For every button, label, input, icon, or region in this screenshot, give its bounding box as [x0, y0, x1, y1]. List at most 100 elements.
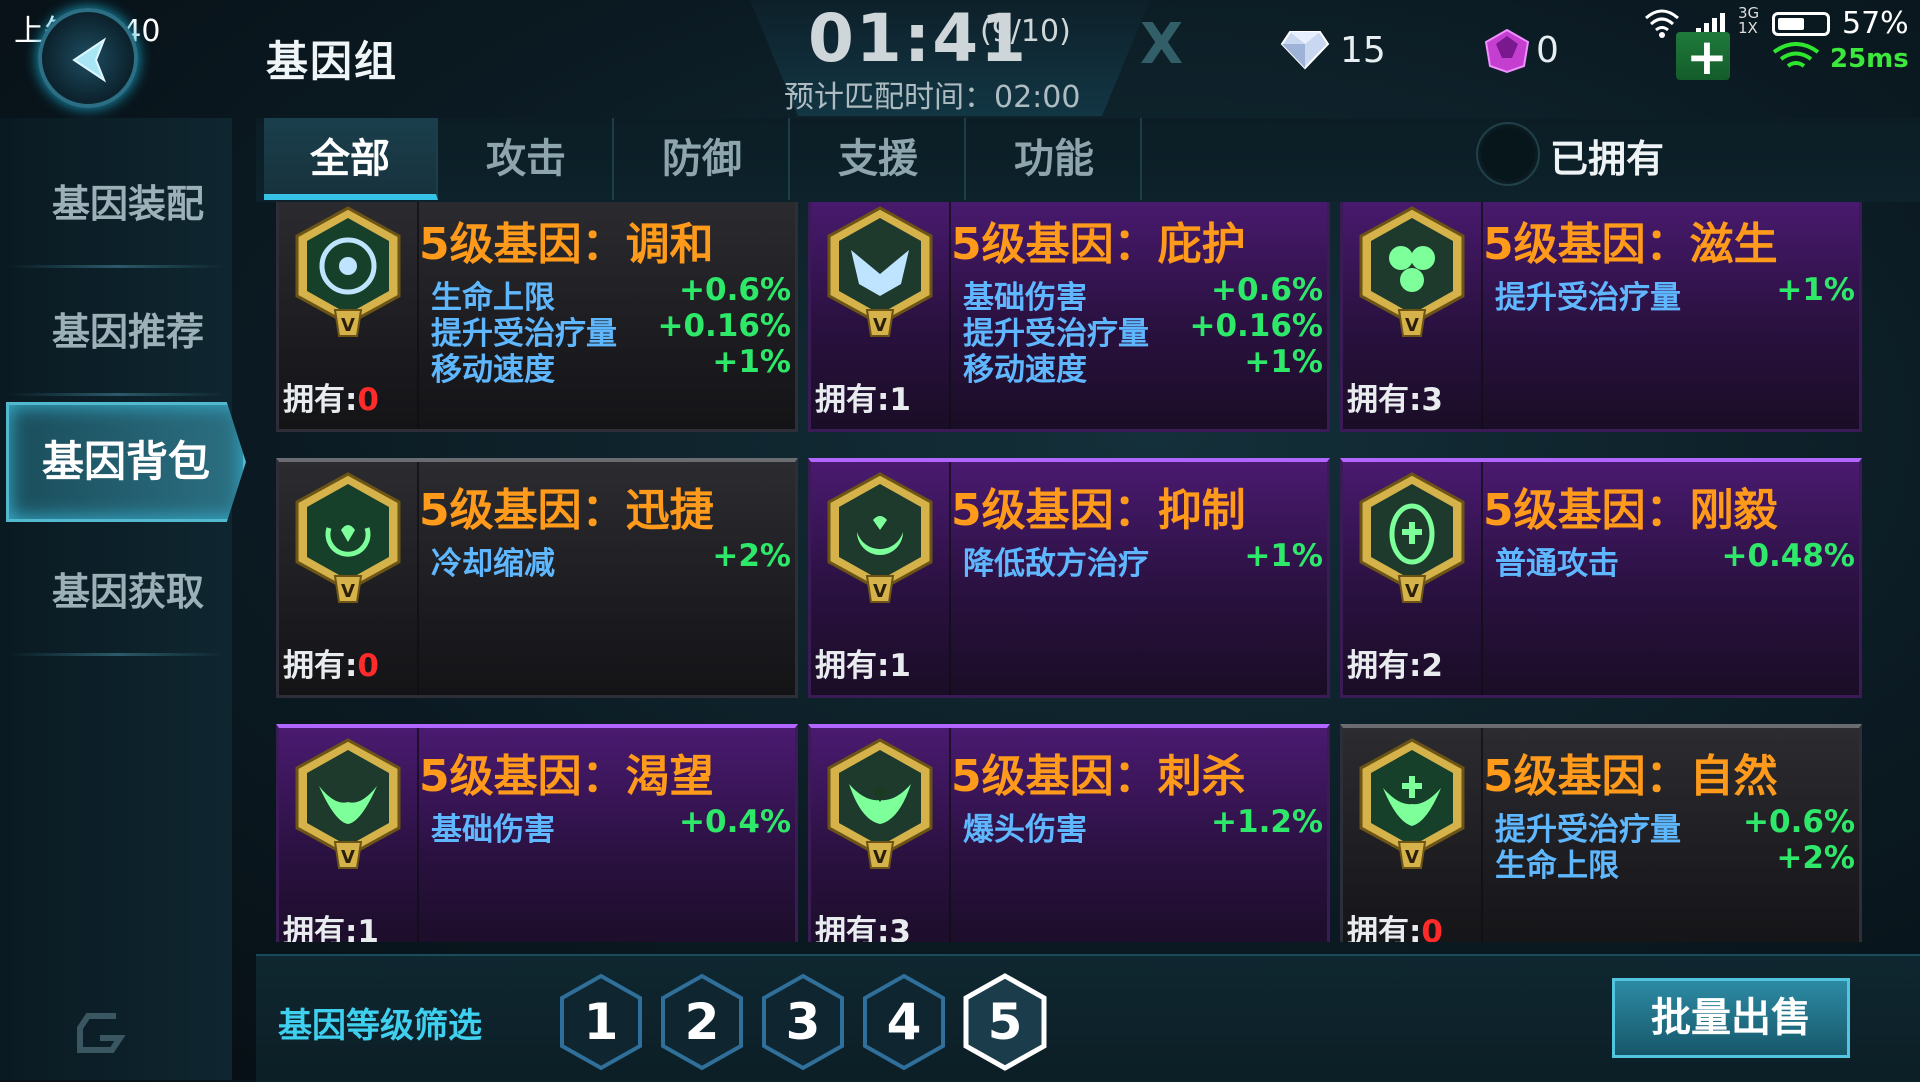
winged-heart-icon: V — [295, 738, 401, 869]
gene-owned: 拥有:0 — [1347, 906, 1443, 942]
page-title: 基因组 — [266, 37, 399, 86]
gene-stat: 生命上限 +2% — [1495, 840, 1855, 884]
gene-stat-name: 冷却缩减 — [431, 546, 555, 582]
level-number: 3 — [785, 993, 821, 1051]
gene-stat-name: 降低敌方治疗 — [963, 546, 1149, 582]
back-arrow-icon — [72, 37, 107, 83]
gene-name: 5级基因：调和 — [419, 219, 714, 270]
gene-card[interactable]: V 5级基因：自然 提升受治疗量 +0.6% 生命上限 +2% 拥有:0 — [1340, 724, 1862, 942]
gene-card[interactable]: V 5级基因：调和 生命上限 +0.6% 提升受治疗量 +0.16% 移动速度 +1% 拥有:0 — [276, 202, 798, 432]
gene-name: 5级基因：滋生 — [1483, 219, 1778, 270]
match-count: (9/10) — [980, 14, 1071, 49]
gene-stats: 生命上限 +0.6% 提升受治疗量 +0.16% 移动速度 +1% — [431, 272, 791, 388]
gene-card[interactable]: V 5级基因：刺杀 爆头伤害 +1.2% 拥有:3 — [808, 724, 1330, 942]
moon-heart-icon: V — [827, 472, 933, 603]
gene-name: 5级基因：迅捷 — [419, 485, 714, 536]
wing-shield-icon: V — [827, 206, 933, 337]
gene-tier-label: V — [1405, 315, 1419, 336]
add-currency-button[interactable]: + — [1676, 28, 1730, 86]
bulk-sell-button[interactable]: 批量出售 — [1612, 978, 1850, 1058]
gene-stat-name: 生命上限 — [1495, 848, 1619, 884]
gene-card[interactable]: V 5级基因：刚毅普通攻击 +0.48% 拥有:2 — [1340, 458, 1862, 698]
sidebar-item-gene-obtain[interactable]: 基因获取 — [0, 552, 256, 656]
gene-stat-name: 基础伤害 — [431, 812, 555, 848]
gene-tier-label: V — [873, 847, 887, 868]
gene-tier-label: V — [341, 315, 355, 336]
level-filter-5[interactable]: 5 — [960, 972, 1050, 1072]
level-filter-3[interactable]: 3 — [758, 972, 848, 1072]
gene-stat-value: +0.6% — [1211, 272, 1323, 308]
gene-tier-label: V — [873, 581, 887, 602]
gene-tier-label: V — [1405, 847, 1419, 868]
gene-stat: 生命上限 +0.6% — [431, 272, 791, 316]
tab-defense[interactable]: 防御 — [616, 118, 790, 200]
match-eta: 预计匹配时间：02:00 — [784, 80, 1081, 115]
tab-attack[interactable]: 攻击 — [440, 118, 614, 200]
owned-prefix: 拥有: — [815, 914, 890, 942]
owned-count: 3 — [889, 914, 911, 942]
gene-stats: 基础伤害 +0.4% — [431, 804, 791, 848]
gene-stat: 提升受治疗量 +0.6% — [1495, 804, 1855, 848]
network-type: 3G 1X — [1738, 4, 1760, 37]
cancel-match-icon[interactable]: X — [1140, 12, 1183, 77]
gene-card[interactable]: V 5级基因：滋生提升受治疗量 +1% 拥有:3 — [1340, 202, 1862, 432]
gene-stat: 移动速度 +1% — [431, 344, 791, 388]
gene-name: 5级基因：庇护 — [951, 219, 1246, 270]
battery-icon — [1772, 12, 1830, 36]
gene-owned: 拥有:1 — [283, 906, 379, 942]
gene-stat-value: +0.16% — [1189, 308, 1323, 344]
gene-card[interactable]: V 5级基因：庇护 基础伤害 +0.6% 提升受治疗量 +0.16% 移动速度 +1% 拥有:1 — [808, 202, 1330, 432]
gene-stats: 提升受治疗量 +0.6% 生命上限 +2% — [1495, 804, 1855, 884]
owned-count: 0 — [1421, 914, 1443, 942]
gene-name: 5级基因：自然 — [1483, 751, 1778, 802]
gene-stats: 降低敌方治疗 +1% — [963, 538, 1323, 582]
swirl-heart-icon: V — [295, 472, 401, 603]
gene-owned: 拥有:0 — [283, 374, 379, 419]
sidebar-item-gene-recommend[interactable]: 基因推荐 — [0, 292, 256, 396]
gene-owned: 拥有:2 — [1347, 640, 1443, 685]
gene-name: 5级基因：刚毅 — [1483, 485, 1778, 536]
gene-stat-value: +2% — [712, 538, 791, 574]
gene-stat-name: 提升受治疗量 — [1495, 280, 1681, 316]
sidebar-item-gene-bag[interactable]: 基因背包 — [6, 402, 246, 522]
gene-card[interactable]: V 5级基因：迅捷冷却缩减 +2% 拥有:0 — [276, 458, 798, 698]
gene-stat-name: 普通攻击 — [1495, 546, 1619, 582]
gene-stats: 提升受治疗量 +1% — [1495, 272, 1855, 316]
wifi-icon — [1645, 9, 1679, 38]
gene-stats: 冷却缩减 +2% — [431, 538, 791, 582]
wings-cross-icon: V — [1359, 738, 1465, 869]
gene-card[interactable]: V 5级基因：渴望 基础伤害 +0.4% 拥有:1 — [276, 724, 798, 942]
tab-support[interactable]: 支援 — [792, 118, 966, 200]
owned-count: 0 — [357, 648, 379, 684]
gene-card[interactable]: V 5级基因：抑制 降低敌方治疗 +1% 拥有:1 — [808, 458, 1330, 698]
gene-owned: 拥有:3 — [1347, 374, 1443, 419]
gene-stat: 移动速度 +1% — [963, 344, 1323, 388]
owned-prefix: 拥有: — [283, 648, 358, 684]
crystal-icon — [1484, 28, 1530, 74]
owned-filter-toggle[interactable] — [1476, 122, 1540, 186]
gene-stat-value: +0.16% — [657, 308, 791, 344]
level-filter-label: 基因等级筛选 — [278, 1006, 482, 1046]
owned-prefix: 拥有: — [283, 382, 358, 418]
gene-stat-value: +0.48% — [1721, 538, 1855, 574]
gene-stat-value: +1% — [1776, 272, 1855, 308]
owned-prefix: 拥有: — [815, 648, 890, 684]
sidebar-item-gene-equip[interactable]: 基因装配 — [0, 164, 256, 268]
level-filter-1[interactable]: 1 — [556, 972, 646, 1072]
tab-function[interactable]: 功能 — [968, 118, 1142, 200]
gene-stat: 降低敌方治疗 +1% — [963, 538, 1323, 582]
gene-stat-value: +0.6% — [679, 272, 791, 308]
diamond-icon — [1280, 31, 1330, 70]
level-filter-2[interactable]: 2 — [657, 972, 747, 1072]
level-number: 5 — [987, 993, 1023, 1051]
ping-value: 25ms — [1830, 44, 1909, 74]
back-button[interactable] — [38, 8, 138, 108]
gene-stat-value: +1.2% — [1211, 804, 1323, 840]
gene-stat-value: +1% — [1244, 344, 1323, 380]
gene-owned: 拥有:1 — [815, 640, 911, 685]
level-filter-4[interactable]: 4 — [859, 972, 949, 1072]
hood-cross-icon: V — [1359, 472, 1465, 603]
gene-stat-name: 移动速度 — [963, 352, 1087, 388]
diamond-count: 15 — [1340, 30, 1386, 71]
tab-all[interactable]: 全部 — [264, 118, 438, 200]
